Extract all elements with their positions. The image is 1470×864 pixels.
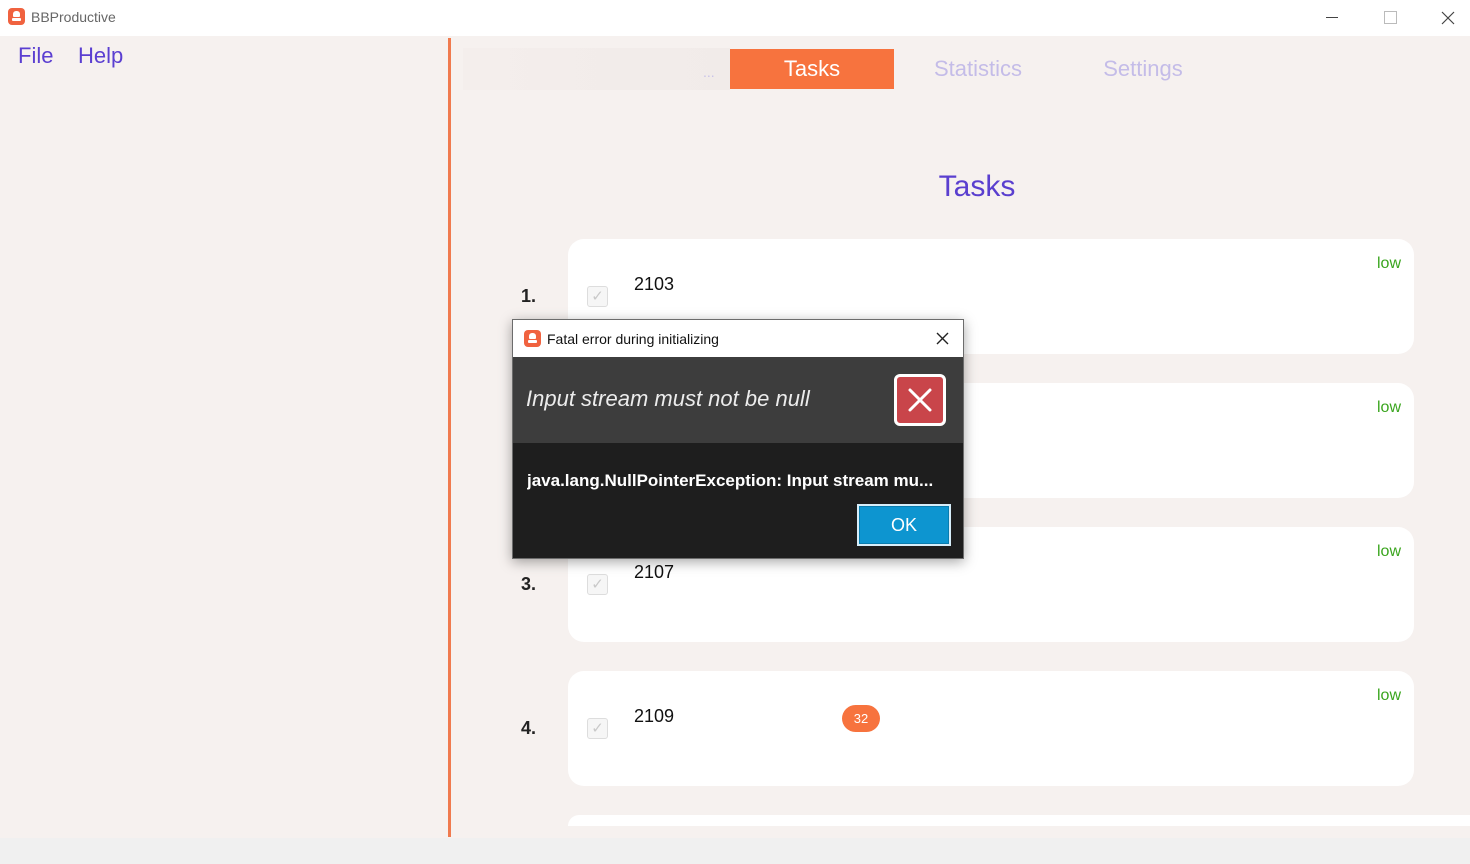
close-window-button[interactable]: [1419, 0, 1470, 36]
menu-help[interactable]: Help: [78, 43, 123, 69]
ok-button[interactable]: OK: [857, 504, 951, 546]
task-index: 3.: [521, 574, 537, 594]
dialog-message: java.lang.NullPointerException: Input st…: [527, 471, 934, 490]
close-icon: [936, 332, 949, 345]
tab-statistics[interactable]: Statistics: [896, 49, 1060, 89]
task-name: 2107: [634, 562, 675, 582]
task-name: 2109: [634, 706, 675, 726]
task-priority: low: [1376, 255, 1401, 272]
error-dialog: Fatal error during initializing Input st…: [512, 319, 964, 559]
dialog-header: Input stream must not be null: [513, 357, 963, 443]
task-done-checkbox[interactable]: ✓: [587, 718, 608, 739]
menu-file[interactable]: File: [18, 43, 53, 69]
task-tag-badge[interactable]: 32: [842, 705, 880, 732]
task-index: 4.: [521, 718, 537, 738]
tab-overflow-ellipsis[interactable]: ...: [703, 64, 715, 80]
app-logo-icon: [8, 8, 25, 25]
task-done-checkbox[interactable]: ✓: [587, 286, 608, 307]
task-priority: low: [1376, 399, 1401, 416]
dialog-headline: Input stream must not be null: [526, 386, 810, 411]
tab-overflow-fade: [463, 48, 730, 90]
close-icon: [1441, 11, 1455, 25]
task-name: 2103: [634, 274, 675, 294]
maximize-button[interactable]: [1361, 0, 1419, 36]
window-titlebar: BBProductive: [0, 0, 1470, 36]
task-card-partial[interactable]: [568, 815, 1470, 826]
sidebar-divider[interactable]: [448, 38, 451, 837]
task-index: 1.: [521, 286, 537, 306]
task-priority: low: [1376, 687, 1401, 704]
window-title: BBProductive: [31, 9, 116, 25]
dialog-title: Fatal error during initializing: [547, 331, 719, 347]
tab-tasks[interactable]: Tasks: [730, 49, 894, 89]
minimize-button[interactable]: [1303, 0, 1361, 36]
page-title: Tasks: [938, 170, 1016, 203]
tab-settings[interactable]: Settings: [1061, 49, 1225, 89]
app-logo-icon: [524, 330, 541, 347]
task-card[interactable]: 4. ✓ 2109 32 low: [521, 671, 1414, 786]
task-done-checkbox[interactable]: ✓: [587, 574, 608, 595]
dialog-close-button[interactable]: [927, 326, 957, 352]
error-icon: [894, 374, 946, 426]
status-bar: [0, 838, 1470, 864]
task-priority: low: [1376, 543, 1401, 560]
dialog-titlebar: Fatal error during initializing: [513, 320, 963, 357]
